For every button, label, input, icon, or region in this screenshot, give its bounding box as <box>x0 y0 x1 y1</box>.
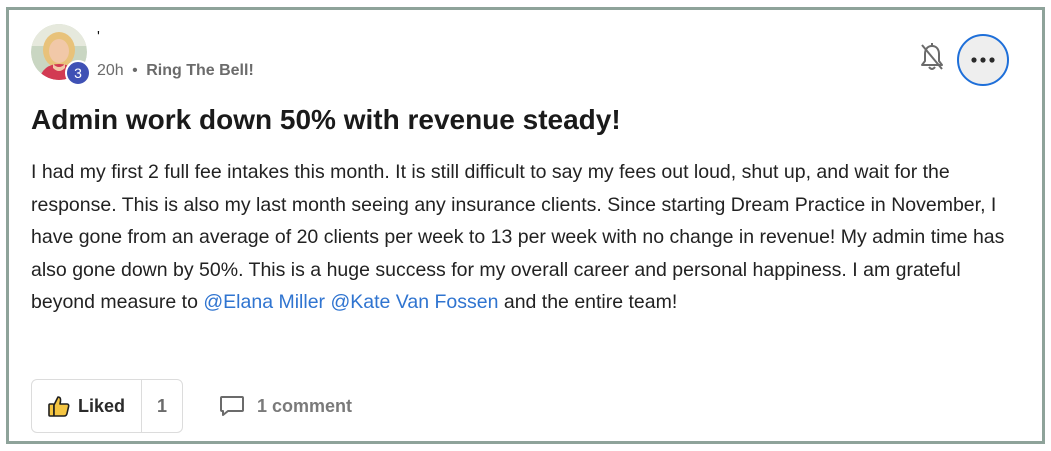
like-label: Liked <box>77 395 125 416</box>
like-button[interactable]: Liked <box>32 380 142 432</box>
meta-separator: • <box>132 62 138 79</box>
author-name[interactable]: ' <box>97 28 100 45</box>
post-category[interactable]: Ring The Bell! <box>146 62 254 79</box>
comment-label: 1 comment <box>257 395 353 416</box>
ellipsis-icon <box>971 57 995 63</box>
author-avatar[interactable]: 3 <box>31 24 91 86</box>
level-badge: 3 <box>65 60 91 86</box>
post-time: 20h <box>97 62 124 79</box>
post-card: 3 ' 20h • Ring The Bell! Admin work down… <box>9 10 1042 441</box>
comment-button[interactable]: 1 comment <box>219 392 352 420</box>
post-card-frame: 3 ' 20h • Ring The Bell! Admin work down… <box>6 7 1045 444</box>
post-header: 3 ' 20h • Ring The Bell! <box>31 24 1021 86</box>
post-body-tail: and the entire team! <box>503 291 678 313</box>
comment-bubble-icon <box>220 396 244 416</box>
post-body: I had my first 2 full fee intakes this m… <box>31 156 1016 319</box>
bell-off-icon[interactable] <box>919 42 945 72</box>
mention-elana-miller[interactable]: @Elana Miller <box>203 291 325 313</box>
like-count[interactable]: 1 <box>142 380 182 432</box>
mention-kate-van-fossen[interactable]: @Kate Van Fossen <box>330 291 498 313</box>
post-title: Admin work down 50% with revenue steady! <box>31 104 621 135</box>
like-group: Liked 1 <box>31 379 183 433</box>
post-meta: 20h • Ring The Bell! <box>97 62 254 80</box>
thumbs-up-icon <box>48 396 70 417</box>
more-options-button[interactable] <box>957 34 1009 86</box>
